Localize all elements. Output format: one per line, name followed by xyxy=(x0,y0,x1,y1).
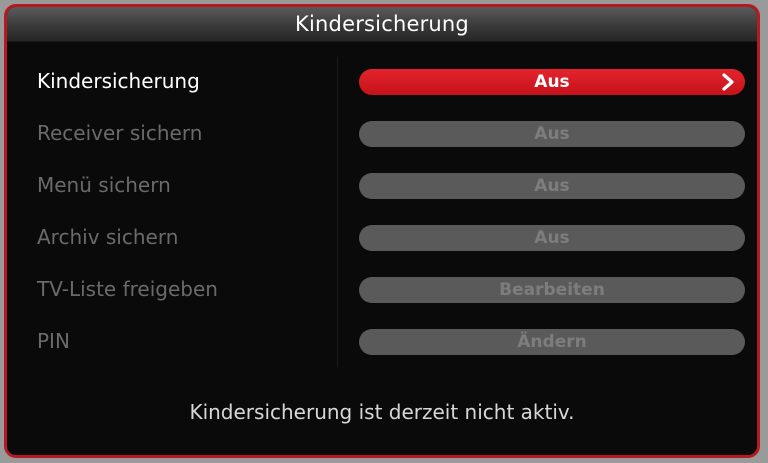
dialog-title: Kindersicherung xyxy=(295,12,469,36)
row-label-archiv-sichern: Archiv sichern xyxy=(37,225,179,249)
row-menue-sichern[interactable]: Menü sichern Aus xyxy=(7,168,757,204)
dialog-title-bar: Kindersicherung xyxy=(7,7,757,42)
pin-value: Ändern xyxy=(517,332,587,352)
row-label-kindersicherung: Kindersicherung xyxy=(37,69,200,93)
chevron-right-icon xyxy=(722,73,734,91)
row-pin[interactable]: PIN Ändern xyxy=(7,324,757,360)
status-message: Kindersicherung ist derzeit nicht aktiv. xyxy=(189,400,575,424)
menue-sichern-toggle[interactable]: Aus xyxy=(359,173,745,199)
column-divider xyxy=(337,57,338,367)
archiv-sichern-toggle[interactable]: Aus xyxy=(359,225,745,251)
tv-liste-bearbeiten-button[interactable]: Bearbeiten xyxy=(359,277,745,303)
kindersicherung-toggle[interactable]: Aus xyxy=(359,69,745,95)
pin-aendern-button[interactable]: Ändern xyxy=(359,329,745,355)
row-label-pin: PIN xyxy=(37,329,70,353)
archiv-sichern-value: Aus xyxy=(534,228,570,248)
tv-liste-value: Bearbeiten xyxy=(499,280,605,300)
row-label-menue-sichern: Menü sichern xyxy=(37,173,171,197)
parental-control-dialog: Kindersicherung Kindersicherung Aus Rece… xyxy=(4,4,760,458)
row-archiv-sichern[interactable]: Archiv sichern Aus xyxy=(7,220,757,256)
receiver-sichern-value: Aus xyxy=(534,124,570,144)
row-receiver-sichern[interactable]: Receiver sichern Aus xyxy=(7,116,757,152)
kindersicherung-value: Aus xyxy=(534,72,570,92)
row-kindersicherung[interactable]: Kindersicherung Aus xyxy=(7,64,757,100)
row-label-tv-liste-freigeben: TV-Liste freigeben xyxy=(37,277,218,301)
row-label-receiver-sichern: Receiver sichern xyxy=(37,121,203,145)
receiver-sichern-toggle[interactable]: Aus xyxy=(359,121,745,147)
menue-sichern-value: Aus xyxy=(534,176,570,196)
row-tv-liste-freigeben[interactable]: TV-Liste freigeben Bearbeiten xyxy=(7,272,757,308)
